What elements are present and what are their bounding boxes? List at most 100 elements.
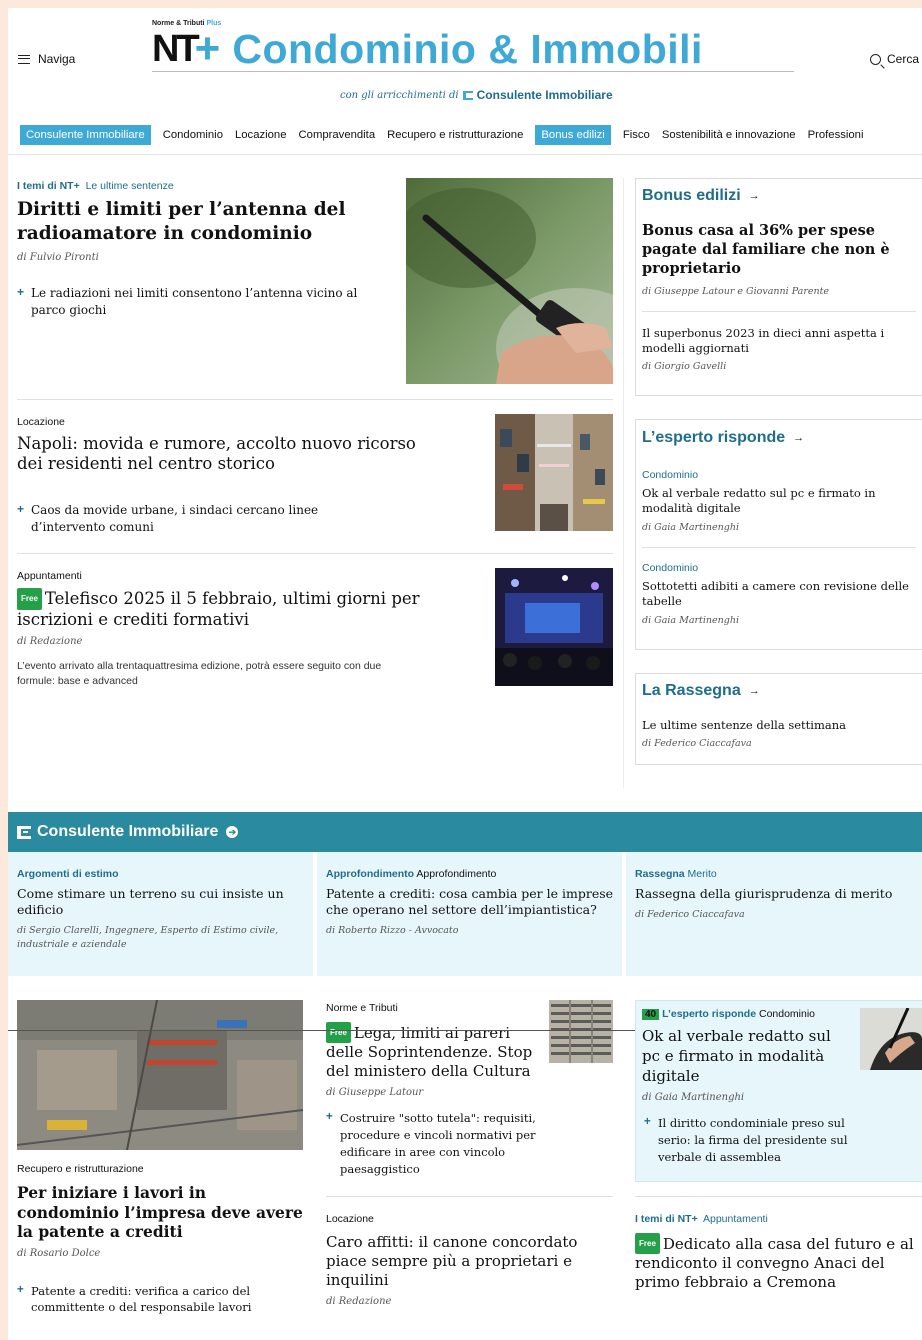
free-badge: Free	[326, 1022, 351, 1043]
article-kicker[interactable]: Recupero e ristrutturazione	[17, 1163, 307, 1175]
nav-item-compravendita[interactable]: Compravendita	[293, 125, 382, 145]
article-convegno-anaci: I temi di NT+ Appuntamenti Free Dedicato …	[635, 1213, 922, 1292]
esperto-item-kicker[interactable]: Condominio	[642, 562, 916, 574]
search-label: Cerca	[887, 52, 920, 66]
divider	[635, 1196, 922, 1197]
article-kicker[interactable]: Locazione	[17, 416, 427, 428]
consulente-logo-icon	[462, 90, 473, 100]
consulente-heading-text: Consulente Immobiliare	[37, 823, 219, 840]
brand-nt: NT	[152, 28, 200, 70]
card-title[interactable]: Patente a crediti: cosa cambia per le im…	[326, 886, 614, 918]
card-kicker[interactable]: Approfondimento Approfondimento	[326, 868, 622, 880]
card-kicker-bold: Rassegna	[635, 868, 685, 880]
bonus-heading[interactable]: Bonus edilizi →	[636, 187, 922, 205]
building-facade-photo	[549, 1000, 613, 1063]
card-title[interactable]: Rassegna della giurisprudenza di merito	[635, 886, 914, 902]
rassegna-title[interactable]: Le ultime sentenze della settimana	[642, 718, 916, 733]
esperto-item-title[interactable]: Ok al verbale redatto sul pc e firmato i…	[642, 486, 916, 516]
building-image[interactable]	[549, 1000, 613, 1063]
rassegna-heading-text: La Rassegna	[642, 682, 741, 699]
nav-item-bonus-edilizi[interactable]: Bonus edilizi	[535, 125, 611, 145]
rassegna-heading[interactable]: La Rassegna →	[636, 682, 922, 700]
free-badge: Free	[17, 588, 42, 610]
article-kicker: I temi di NT+ Le ultime sentenze	[17, 180, 397, 192]
article-kicker[interactable]: Locazione	[326, 1213, 606, 1225]
site-logo[interactable]: Norme & Tributi Plus NT + Condominio & I…	[152, 20, 794, 72]
bonus-lead-title[interactable]: Bonus casa al 36% per spese pagate dal f…	[642, 221, 916, 278]
card-author: di Federico Ciaccafava	[635, 909, 745, 920]
article-title-text: Lega, limiti ai pareri delle Soprintende…	[326, 1024, 533, 1080]
consulente-card-estimo: Argomenti di estimo Come stimare un terr…	[8, 852, 313, 976]
article-title[interactable]: Per iniziare i lavori in condominio l’im…	[17, 1183, 307, 1242]
article-author: di Redazione	[17, 636, 83, 647]
arrow-circle-icon: ➔	[226, 826, 239, 838]
nav-item-fisco[interactable]: Fisco	[617, 125, 656, 145]
card-kicker[interactable]: Argomenti di estimo	[17, 868, 313, 880]
nav-item-locazione[interactable]: Locazione	[229, 125, 293, 145]
esperto-item-author: di Gaia Martinenghi	[642, 615, 739, 626]
tag-40-badge: 40	[642, 1009, 660, 1020]
naviga-label: Naviga	[38, 52, 76, 66]
card-kicker-text: Merito	[687, 868, 717, 880]
card-kicker-text: Approfondimento	[416, 868, 497, 880]
related-link[interactable]: Costruire "sotto tutela": requisiti, pro…	[326, 1109, 536, 1178]
nav-item-sostenibilita[interactable]: Sostenibilità e innovazione	[656, 125, 802, 145]
consulente-section-header[interactable]: Consulente Immobiliare ➔	[8, 812, 922, 852]
esperto-heading[interactable]: L’esperto risponde →	[636, 429, 922, 447]
brand-subtitle[interactable]: con gli arricchimenti di Consulente Immo…	[340, 88, 613, 102]
article-author: di Fulvio Pironti	[17, 252, 99, 263]
divider	[17, 553, 613, 554]
sidebar-rassegna: La Rassegna → Le ultime sentenze della se…	[635, 673, 922, 765]
bonus-item-title[interactable]: Il superbonus 2023 in dieci anni aspetta…	[642, 326, 916, 356]
article-soprintendenze: Norme e Tributi Free Lega, limiti ai pare…	[326, 1002, 536, 1178]
divider	[642, 311, 916, 312]
kicker-bold[interactable]: I temi di NT+	[17, 180, 80, 192]
article-napoli: Locazione Napoli: movida e rumore, accol…	[17, 416, 427, 536]
kicker-link: Appuntamenti	[702, 1213, 768, 1225]
rassegna-author: di Federico Ciaccafava	[642, 738, 752, 749]
esperto-item-title[interactable]: Sottotetti adibiti a camere con revision…	[642, 579, 916, 609]
narrow-street-photo	[495, 414, 613, 531]
article-title-text: Telefisco 2025 il 5 febbraio, ultimi gio…	[17, 589, 420, 629]
antenna-image[interactable]	[406, 178, 613, 384]
article-kicker[interactable]: I temi di NT+ Appuntamenti	[635, 1213, 922, 1225]
article-title[interactable]: Caro affitti: il canone concordato piace…	[326, 1233, 606, 1290]
article-title[interactable]: Diritti e limiti per l’antenna del radio…	[17, 198, 397, 246]
nav-item-condominio[interactable]: Condominio	[157, 125, 229, 145]
related-link[interactable]: Le radiazioni nei limiti consentono l’an…	[17, 284, 387, 319]
consulente-card-approfondimento: Approfondimento Approfondimento Patente …	[317, 852, 622, 976]
naviga-menu-button[interactable]: Naviga	[18, 52, 75, 66]
article-title[interactable]: Free Dedicato alla casa del futuro e al r…	[635, 1233, 922, 1292]
article-antenna: I temi di NT+ Le ultime sentenze Diritti…	[17, 180, 397, 319]
article-patente-crediti: Recupero e ristrutturazione Per iniziare…	[17, 1163, 307, 1315]
related-link[interactable]: Il diritto condominiale preso sul serio:…	[644, 1114, 852, 1166]
related-link[interactable]: Caos da movide urbane, i sindaci cercano…	[17, 501, 387, 536]
esperto-item-kicker[interactable]: Condominio	[642, 469, 916, 481]
article-author: di Redazione	[326, 1296, 392, 1307]
search-button[interactable]: Cerca	[870, 52, 919, 66]
brand-sub-text: con gli arricchimenti di	[340, 89, 459, 101]
card-title[interactable]: Come stimare un terreno su cui insiste u…	[17, 886, 305, 918]
kicker-link[interactable]: Le ultime sentenze	[86, 180, 174, 192]
card-title[interactable]: Ok al verbale redatto sul pc e firmato i…	[642, 1026, 832, 1086]
telefisco-image[interactable]	[495, 568, 613, 686]
article-kicker[interactable]: Appuntamenti	[17, 570, 472, 582]
nav-item-professioni[interactable]: Professioni	[802, 125, 870, 145]
construction-site-photo	[17, 1000, 303, 1150]
signing-image[interactable]	[860, 1008, 922, 1070]
free-badge: Free	[635, 1233, 660, 1254]
column-divider	[623, 178, 624, 788]
card-kicker[interactable]: Rassegna Merito	[635, 868, 922, 880]
card-kicker-text: Condominio	[758, 1008, 816, 1020]
article-title[interactable]: Napoli: movida e rumore, accolto nuovo r…	[17, 434, 427, 474]
cantiere-image[interactable]	[17, 1000, 303, 1150]
nav-item-recupero[interactable]: Recupero e ristrutturazione	[381, 125, 529, 145]
consulente-card-rassegna: Rassegna Merito Rassegna della giurispru…	[626, 852, 922, 976]
article-caro-affitti: Locazione Caro affitti: il canone concor…	[326, 1213, 606, 1307]
related-link[interactable]: Patente a crediti: verifica a carico del…	[17, 1282, 307, 1315]
article-kicker[interactable]: Norme e Tributi	[326, 1002, 536, 1014]
nav-item-consulente-immobiliare[interactable]: Consulente Immobiliare	[20, 125, 151, 145]
napoli-image[interactable]	[495, 414, 613, 531]
article-title[interactable]: Free Telefisco 2025 il 5 febbraio, ultimi…	[17, 588, 472, 630]
card-author: di Sergio Clarelli, Ingegnere, Esperto d…	[17, 925, 279, 950]
